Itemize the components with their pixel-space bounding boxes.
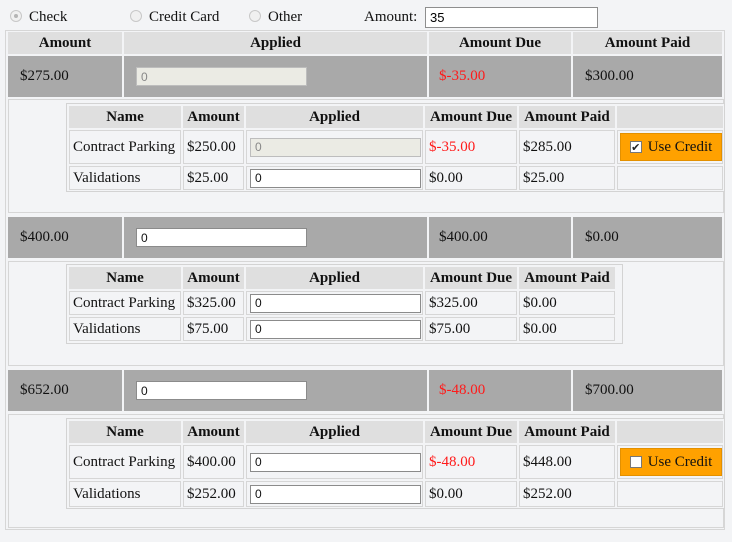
item-amount-due: $-48.00: [425, 445, 517, 479]
item-amount-due: $0.00: [425, 166, 517, 190]
item-action-cell: Use Credit: [617, 445, 723, 479]
item-amount: $325.00: [183, 291, 244, 315]
group-amount-due: $-35.00: [429, 56, 571, 97]
item-name: Validations: [69, 317, 181, 341]
item-amount-paid: $25.00: [519, 166, 615, 190]
item-amount: $75.00: [183, 317, 244, 341]
group-amount-due: $400.00: [429, 217, 571, 258]
item-action-cell: [617, 481, 723, 507]
group-detail: Name Amount Applied Amount Due Amount Pa…: [8, 99, 725, 213]
amount-input[interactable]: [425, 7, 598, 28]
subheader-amount-paid: Amount Paid: [519, 267, 615, 289]
use-credit-label[interactable]: Use Credit: [648, 454, 713, 471]
check-radio[interactable]: [10, 10, 22, 22]
group-amount-paid: $700.00: [573, 370, 722, 411]
group-applied-input[interactable]: 0: [136, 381, 307, 400]
group-amount-paid: $0.00: [573, 217, 722, 258]
item-applied-cell: 0: [246, 166, 423, 190]
item-applied-cell: 0: [246, 317, 423, 341]
item-amount-paid: $448.00: [519, 445, 615, 479]
group-detail: Name Amount Applied Amount Due Amount Pa…: [8, 261, 724, 366]
group-amount-paid: $300.00: [573, 56, 722, 97]
subheader-amount-due: Amount Due: [425, 267, 517, 289]
item-amount-due: $-35.00: [425, 130, 517, 164]
item-applied-input: 0: [250, 137, 421, 157]
item-name: Contract Parking: [69, 445, 181, 479]
item-action-cell: [617, 166, 723, 190]
item-amount: $400.00: [183, 445, 244, 479]
group-detail: Name Amount Applied Amount Due Amount Pa…: [8, 414, 725, 528]
use-credit-button[interactable]: ✔ Use Credit: [620, 133, 722, 161]
item-amount-paid: $0.00: [519, 291, 615, 315]
line-items-table: Name Amount Applied Amount Due Amount Pa…: [66, 103, 725, 192]
group-amount: $652.00: [8, 370, 122, 411]
subheader-amount-due: Amount Due: [425, 106, 517, 128]
item-applied-input[interactable]: 0: [250, 319, 421, 339]
item-action-cell: ✔ Use Credit: [617, 130, 723, 164]
credit-card-radio-label[interactable]: Credit Card: [149, 8, 219, 26]
header-applied: Applied: [124, 32, 427, 54]
item-amount: $25.00: [183, 166, 244, 190]
item-applied-cell: 0: [246, 130, 423, 164]
item-amount-paid: $0.00: [519, 317, 615, 341]
subheader-action: [617, 421, 723, 443]
group-applied-input: 0: [136, 67, 307, 86]
item-amount-due: $0.00: [425, 481, 517, 507]
subheader-amount: Amount: [183, 421, 244, 443]
subheader-applied: Applied: [246, 267, 423, 289]
subheader-name: Name: [69, 106, 181, 128]
subheader-amount-paid: Amount Paid: [519, 106, 615, 128]
group-applied-cell: 0: [124, 370, 427, 411]
item-name: Contract Parking: [69, 291, 181, 315]
item-applied-input[interactable]: 0: [250, 293, 421, 313]
amount-label: Amount:: [364, 9, 418, 25]
subheader-amount: Amount: [183, 106, 244, 128]
item-applied-input[interactable]: 0: [250, 484, 421, 504]
check-radio-label[interactable]: Check: [29, 8, 67, 26]
group-amount: $400.00: [8, 217, 122, 258]
subheader-amount-due: Amount Due: [425, 421, 517, 443]
use-credit-button[interactable]: Use Credit: [620, 448, 722, 476]
use-credit-checkbox[interactable]: [629, 456, 642, 468]
group-amount: $275.00: [8, 56, 122, 97]
item-amount: $250.00: [183, 130, 244, 164]
item-applied-input[interactable]: 0: [250, 168, 421, 188]
other-radio[interactable]: [249, 10, 261, 22]
item-amount-due: $75.00: [425, 317, 517, 341]
subheader-amount-paid: Amount Paid: [519, 421, 615, 443]
use-credit-checkbox[interactable]: ✔: [629, 141, 642, 153]
payment-allocation-table: Amount Applied Amount Due Amount Paid $2…: [5, 30, 725, 530]
item-amount-paid: $252.00: [519, 481, 615, 507]
subheader-name: Name: [69, 421, 181, 443]
item-applied-cell: 0: [246, 481, 423, 507]
item-name: Contract Parking: [69, 130, 181, 164]
subheader-applied: Applied: [246, 106, 423, 128]
payment-method-bar: Check Credit Card Other Amount:: [0, 0, 732, 30]
header-amount-paid: Amount Paid: [573, 32, 722, 54]
use-credit-label[interactable]: Use Credit: [648, 139, 713, 156]
subheader-amount: Amount: [183, 267, 244, 289]
group-applied-cell: 0: [124, 56, 427, 97]
subheader-action: [617, 106, 723, 128]
item-applied-input[interactable]: 0: [250, 452, 421, 472]
item-amount-due: $325.00: [425, 291, 517, 315]
group-applied-input[interactable]: 0: [136, 228, 307, 247]
subheader-applied: Applied: [246, 421, 423, 443]
item-applied-cell: 0: [246, 445, 423, 479]
credit-card-radio[interactable]: [130, 10, 142, 22]
line-items-table: Name Amount Applied Amount Due Amount Pa…: [66, 264, 623, 344]
item-amount-paid: $285.00: [519, 130, 615, 164]
line-items-table: Name Amount Applied Amount Due Amount Pa…: [66, 418, 725, 509]
header-amount-due: Amount Due: [429, 32, 571, 54]
item-applied-cell: 0: [246, 291, 423, 315]
item-name: Validations: [69, 481, 181, 507]
header-amount: Amount: [8, 32, 122, 54]
subheader-name: Name: [69, 267, 181, 289]
item-name: Validations: [69, 166, 181, 190]
other-radio-label[interactable]: Other: [268, 8, 302, 26]
item-amount: $252.00: [183, 481, 244, 507]
group-amount-due: $-48.00: [429, 370, 571, 411]
group-applied-cell: 0: [124, 217, 427, 258]
